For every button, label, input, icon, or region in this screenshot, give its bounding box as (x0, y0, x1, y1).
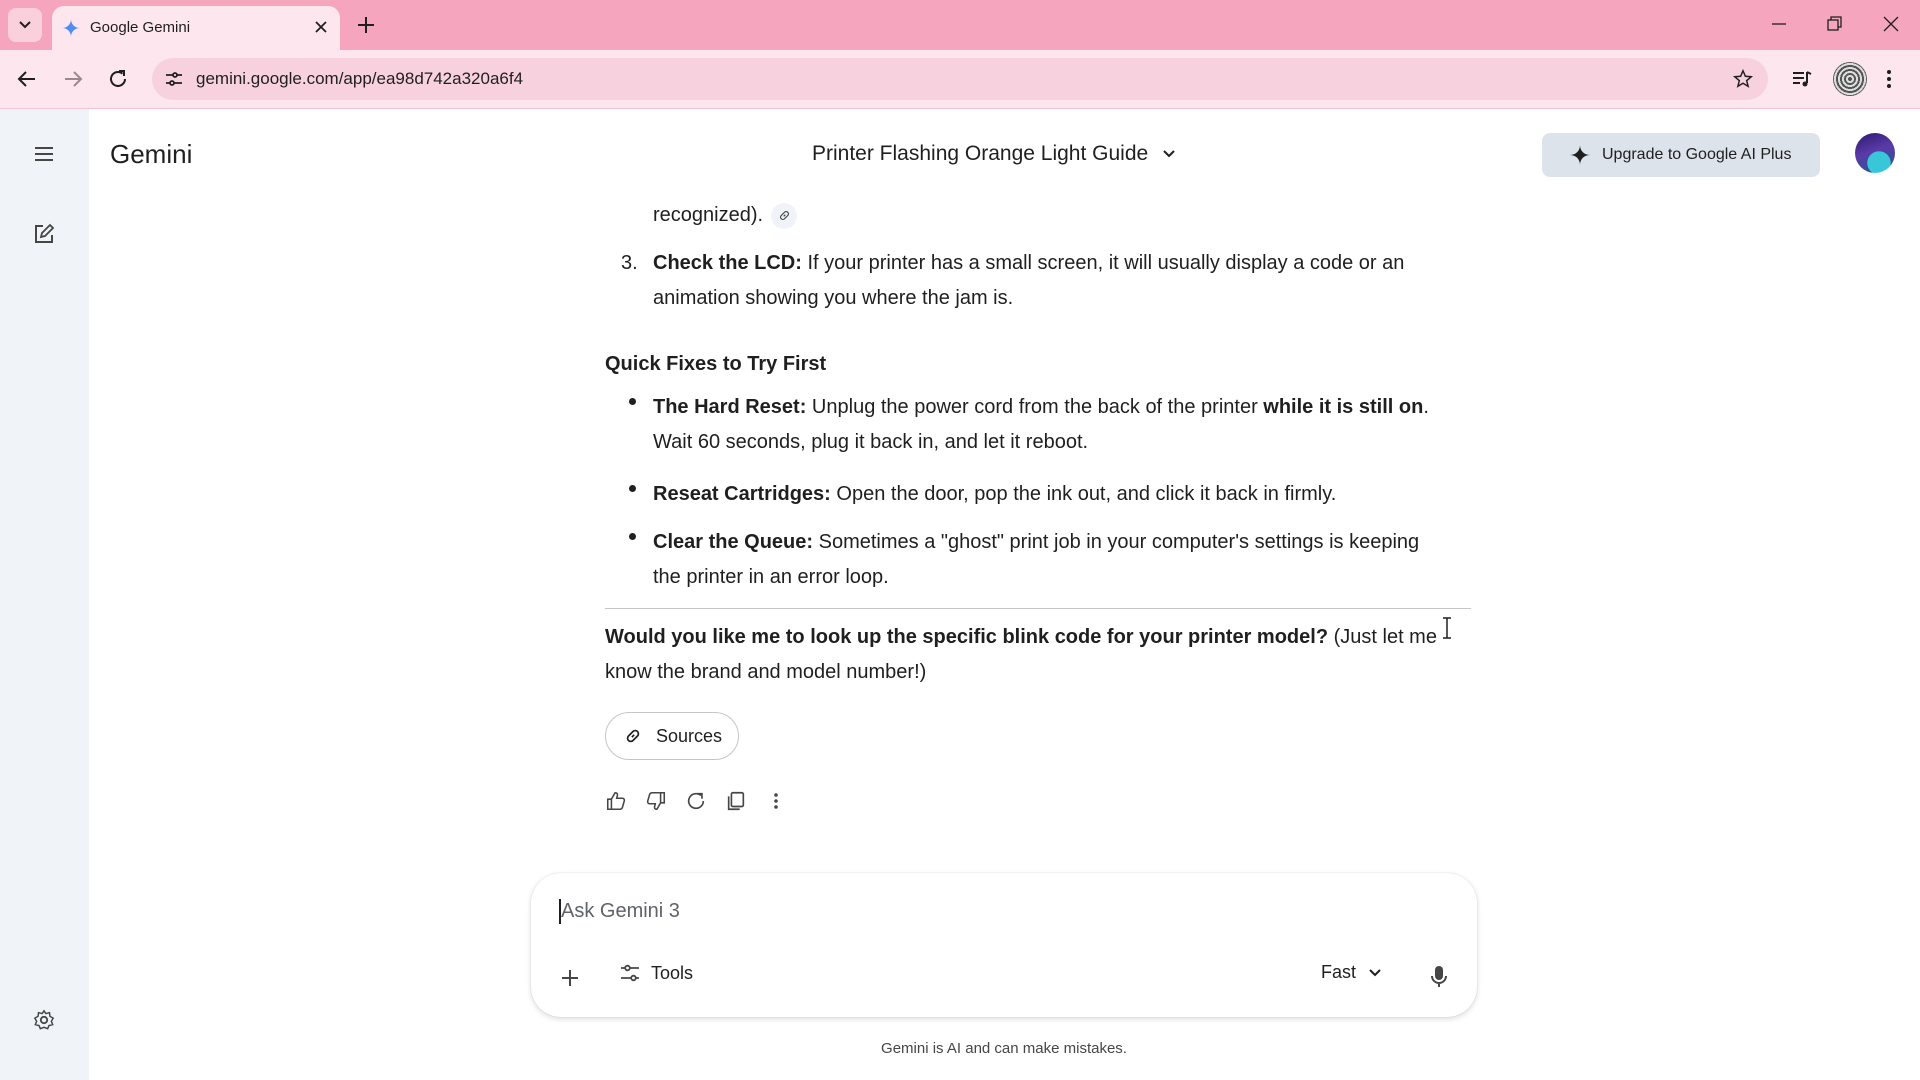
upgrade-button[interactable]: Upgrade to Google AI Plus (1542, 133, 1820, 177)
chevron-down-icon (1163, 150, 1175, 158)
sources-label: Sources (656, 725, 723, 746)
link-icon (626, 729, 640, 743)
link-icon (779, 211, 789, 221)
reload-icon[interactable] (107, 68, 129, 90)
address-bar[interactable]: gemini.google.com/app/ea98d742a320a6f4 (152, 58, 1768, 100)
close-icon[interactable] (314, 20, 328, 34)
menu-icon[interactable] (33, 145, 55, 163)
text-cursor-icon (1443, 617, 1451, 639)
side-rail (0, 109, 89, 1080)
prompt-box: Tools Fast (531, 873, 1477, 1017)
divider (605, 608, 1471, 609)
disclaimer: Gemini is AI and can make mistakes. (881, 1040, 1127, 1057)
media-icon[interactable] (1791, 68, 1813, 90)
mic-icon[interactable] (1430, 965, 1448, 989)
model-label: Fast (1321, 962, 1357, 982)
more-options-button[interactable] (765, 790, 787, 812)
browser-tabstrip: Google Gemini (0, 0, 1920, 50)
conversation-title: Printer Flashing Orange Light Guide (812, 142, 1149, 165)
good-response-button[interactable] (605, 790, 627, 812)
site-info-icon[interactable] (164, 69, 184, 89)
item-heading: Check the LCD: (653, 252, 802, 274)
bullet (629, 485, 636, 492)
conversation-title-dropdown[interactable]: Printer Flashing Orange Light Guide (812, 142, 1176, 166)
sparkle-icon (1570, 145, 1590, 165)
response-actions (605, 790, 787, 812)
tools-button[interactable]: Tools (619, 962, 693, 984)
bad-response-button[interactable] (645, 790, 667, 812)
bullet (629, 398, 636, 405)
sources-button[interactable]: Sources (605, 712, 739, 760)
follow-up-question: Would you like me to look up the specifi… (605, 626, 1437, 648)
browser-profile-avatar[interactable] (1833, 62, 1867, 96)
upgrade-label: Upgrade to Google AI Plus (1602, 146, 1792, 163)
back-icon[interactable] (16, 68, 38, 90)
url-text[interactable]: gemini.google.com/app/ea98d742a320a6f4 (196, 69, 523, 89)
more-vert-icon (774, 793, 778, 809)
item-text-line: Wait 60 seconds, plug it back in, and le… (653, 431, 1089, 453)
chevron-down-icon (1369, 968, 1381, 976)
item-text-line: animation showing you where the jam is. (653, 287, 1014, 309)
bullet (629, 533, 636, 540)
tab-title: Google Gemini (90, 19, 191, 36)
restore-icon[interactable] (1826, 15, 1844, 33)
browser-tab-active[interactable]: Google Gemini (52, 6, 340, 50)
plus-icon[interactable] (353, 12, 379, 38)
settings-icon[interactable] (33, 1009, 55, 1031)
regenerate-button[interactable] (685, 790, 707, 812)
follow-up-question-line: know the brand and model number!) (605, 661, 927, 683)
close-window-icon[interactable] (1882, 15, 1900, 33)
app-brand[interactable]: Gemini (110, 139, 192, 170)
copy-button[interactable] (725, 790, 747, 812)
minimize-icon[interactable] (1770, 15, 1788, 33)
model-selector[interactable]: Fast (1321, 962, 1382, 983)
new-chat-icon[interactable] (33, 223, 55, 245)
tools-icon (621, 964, 639, 982)
section-heading: Quick Fixes to Try First (605, 353, 827, 375)
copy-icon (727, 791, 745, 811)
account-avatar[interactable] (1855, 133, 1895, 173)
thumbs-up-icon (606, 791, 626, 811)
forward-icon[interactable] (62, 68, 84, 90)
thumbs-down-icon (646, 791, 666, 811)
response-partial-line: recognized). (653, 198, 1473, 233)
item-text-line: the printer in an error loop. (653, 566, 889, 588)
star-icon[interactable] (1732, 68, 1754, 90)
list-number: 3. (621, 252, 638, 274)
more-vert-icon[interactable] (1885, 68, 1893, 90)
gemini-sparkle-icon (62, 19, 80, 37)
tools-label: Tools (651, 962, 694, 983)
tab-search-icon (19, 21, 31, 29)
tab-search-button[interactable] (8, 8, 42, 42)
citation-chip[interactable] (771, 202, 798, 229)
browser-toolbar: gemini.google.com/app/ea98d742a320a6f4 (0, 50, 1920, 109)
regenerate-icon (687, 792, 705, 810)
add-files-icon[interactable] (559, 967, 581, 989)
prompt-input[interactable] (559, 899, 1423, 924)
